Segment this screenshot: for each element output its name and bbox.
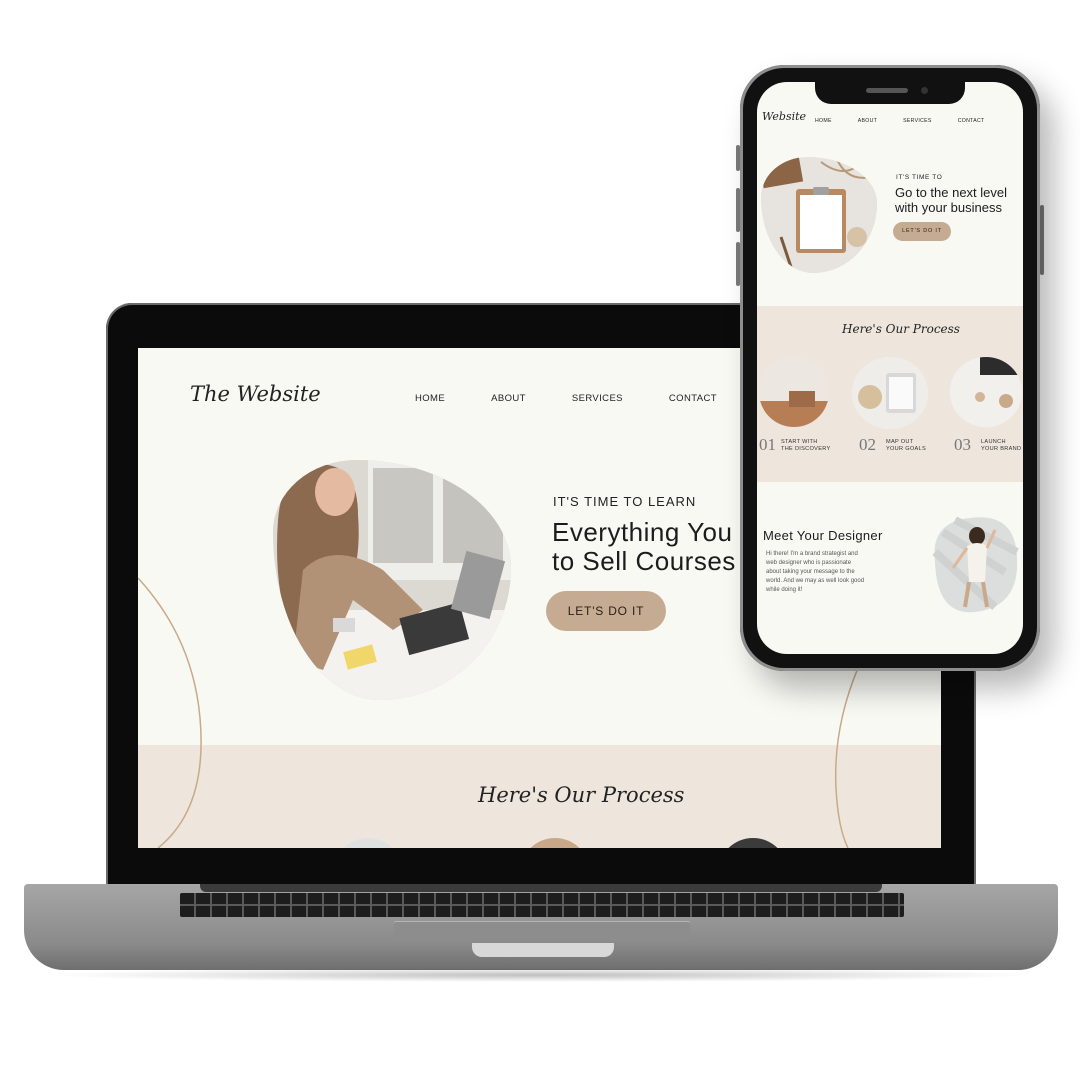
nav-home[interactable]: HOME [415,393,445,404]
mobile-logo[interactable]: Website [762,110,806,123]
mobile-process-title: Here's Our Process [842,322,960,336]
step-3-text: LAUNCH YOUR BRAND [981,439,1021,453]
process-circle-1 [333,838,403,848]
phone-speaker [866,88,908,93]
designer-bio-line1: Hi there! I'm a brand strategist and [766,551,858,557]
laptop-hinge [200,884,882,892]
m-nav-home[interactable]: HOME [815,118,832,124]
step-1-line1: START WITH [781,439,818,445]
designer-bio: Hi there! I'm a brand strategist and web… [766,550,864,595]
hero-headline-line1: Everything You [552,517,733,547]
step-2-photo [852,357,928,429]
mobile-hero-cta-button[interactable]: LET'S DO IT [893,222,951,241]
step-2-text: MAP OUT YOUR GOALS [886,439,926,453]
designer-bio-line4: world. And we may as well look good [766,578,865,584]
mobile-website-screen: Website HOME ABOUT SERVICES CONTACT IT'S… [757,82,1023,654]
step-1-line2: THE DISCOVERY [781,446,831,452]
hero-photo-woman-laptop [273,460,511,700]
decor-curve-left [138,578,202,848]
step-2-number: 02 [859,435,876,454]
step-1-photo [759,357,829,427]
m-nav-about[interactable]: ABOUT [858,118,877,124]
step-1-number: 01 [759,435,776,454]
hero-cta-button[interactable]: LET'S DO IT [546,591,666,631]
step-3-number: 03 [954,435,971,454]
hero-headline-line2: to Sell Courses [552,546,736,576]
designer-bio-line2: web designer who is passionate [766,560,852,566]
mobile-nav: HOME ABOUT SERVICES CONTACT [815,118,1010,124]
process-circle-3 [718,838,788,848]
designer-photo [925,512,1021,616]
decor-curve-right [834,668,859,848]
process-section: Here's Our Process [138,745,941,848]
nav-about[interactable]: ABOUT [491,393,526,404]
process-circle-2 [520,838,590,848]
phone-power-button [1040,205,1044,275]
laptop-trackpad [394,921,690,941]
mobile-process-section: Here's Our Process 01 START WITH THE DIS… [757,306,1023,482]
m-nav-services[interactable]: SERVICES [903,118,932,124]
step-2-line1: MAP OUT [886,439,914,445]
hero-headline: Everything You to Sell Courses [552,518,736,576]
laptop-shadow [40,968,1040,982]
step-1-text: START WITH THE DISCOVERY [781,439,831,453]
designer-bio-line3: about taking your message to the [766,569,855,575]
designer-title: Meet Your Designer [763,528,883,543]
designer-bio-line5: while doing it! [766,587,803,593]
m-nav-contact[interactable]: CONTACT [958,118,985,124]
desktop-nav: HOME ABOUT SERVICES CONTACT [415,393,763,404]
nav-services[interactable]: SERVICES [572,393,623,404]
step-3-line1: LAUNCH [981,439,1006,445]
mobile-hero-eyebrow: IT'S TIME TO [896,174,943,181]
process-title: Here's Our Process [478,783,685,807]
laptop-notch [472,943,614,957]
nav-contact[interactable]: CONTACT [669,393,717,404]
phone-camera [921,87,928,94]
step-2-line2: YOUR GOALS [886,446,926,452]
step-3-line2: YOUR BRAND [981,446,1022,452]
desktop-logo[interactable]: The Website [190,382,321,406]
mobile-hero-headline: Go to the next level with your business [895,185,1007,215]
keyboard-row-divider [180,904,904,906]
mobile-hero-photo-clipboard [761,157,877,273]
mobile-headline-line1: Go to the next level [895,185,1008,200]
step-3-photo [950,357,1022,427]
mobile-headline-line2: with your business [895,200,1002,215]
hero-eyebrow: IT'S TIME TO LEARN [553,494,697,509]
